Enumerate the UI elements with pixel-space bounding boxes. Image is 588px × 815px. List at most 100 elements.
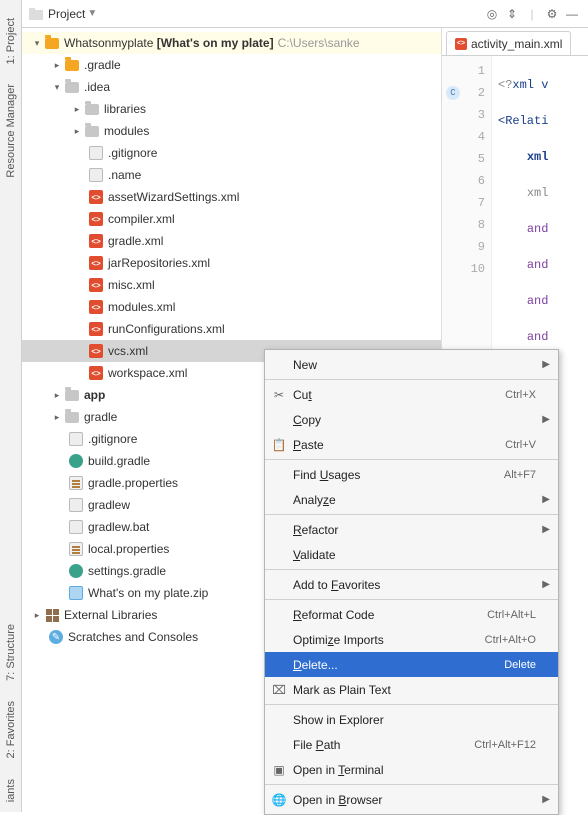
menu-item-label: File Path [293,738,340,752]
tree-folder-modules[interactable]: ▸ modules [22,120,441,142]
chevron-down-icon: ▼ [87,8,97,19]
menu-item[interactable]: Reformat Code Ctrl+Alt+L [265,602,558,627]
editor-tabs: <> activity_main.xml [442,28,588,56]
menu-item[interactable]: 📋 Paste Ctrl+V [265,432,558,457]
context-menu: New ▶ ✂ Cut Ctrl+X Copy ▶ 📋 Paste Ctrl+V Find Usag… [264,349,559,815]
tree-file[interactable]: <> modules.xml [22,296,441,318]
tree-file[interactable]: <> gradle.xml [22,230,441,252]
menu-item-label: Mark as Plain Text [293,683,391,697]
chevron-right-icon[interactable]: ▸ [70,102,84,116]
tree-folder-libraries[interactable]: ▸ libraries [22,98,441,120]
target-icon[interactable]: ◎ [482,4,502,24]
menu-item-label: Paste [293,438,324,452]
menu-item[interactable]: ⌧ Mark as Plain Text [265,677,558,702]
tree-folder-gradle[interactable]: ▸ .gradle [22,54,441,76]
collapse-icon[interactable]: ⇕ [502,4,522,24]
menu-item[interactable]: Add to Favorites ▶ [265,572,558,597]
menu-shortcut: Ctrl+V [505,439,536,451]
cut-icon: ✂ [271,387,287,403]
tab-structure[interactable]: 7: Structure [5,624,17,681]
chevron-right-icon[interactable]: ▸ [50,388,64,402]
tab-variants[interactable]: iants [5,779,17,802]
tree-file[interactable]: <> misc.xml [22,274,441,296]
menu-item[interactable]: Copy ▶ [265,407,558,432]
menu-shortcut: Alt+F7 [504,469,536,481]
tree-file[interactable]: .name [22,164,441,186]
menu-item[interactable]: Refactor ▶ [265,517,558,542]
divider-icon: | [522,4,542,24]
chevron-right-icon: ▶ [542,579,550,590]
gear-icon[interactable]: ⚙ [542,4,562,24]
menu-item[interactable]: Validate [265,542,558,567]
tree-root[interactable]: ▾ Whatsonmyplate [What's on my plate] C:… [22,32,441,54]
menu-item-label: Show in Explorer [293,713,384,727]
chevron-down-icon[interactable]: ▾ [50,80,64,94]
menu-separator [265,459,558,460]
menu-shortcut: Ctrl+X [505,389,536,401]
tree-file[interactable]: .gitignore [22,142,441,164]
editor-tab[interactable]: <> activity_main.xml [446,31,571,55]
menu-item-label: Validate [293,548,336,562]
hide-icon[interactable]: — [562,4,582,24]
tree-file[interactable]: <> jarRepositories.xml [22,252,441,274]
tree-folder-idea[interactable]: ▾ .idea [22,76,441,98]
menu-item[interactable]: Analyze ▶ [265,487,558,512]
menu-item[interactable]: Delete... Delete [265,652,558,677]
menu-item[interactable]: File Path Ctrl+Alt+F12 [265,732,558,757]
tab-project[interactable]: 1: Project [5,18,17,64]
chevron-right-icon[interactable]: ▸ [70,124,84,138]
menu-item[interactable]: Optimize Imports Ctrl+Alt+O [265,627,558,652]
menu-item-label: Find Usages [293,468,360,482]
menu-item-label: Open in Terminal [293,763,384,777]
menu-item-label: New [293,358,317,372]
plaintext-icon: ⌧ [271,682,287,698]
menu-separator [265,599,558,600]
menu-shortcut: Ctrl+Alt+O [485,634,536,646]
browser-icon: 🌐 [271,792,287,808]
chevron-right-icon[interactable]: ▸ [50,58,64,72]
tree-file[interactable]: <> compiler.xml [22,208,441,230]
menu-item-label: Refactor [293,523,338,537]
menu-separator [265,514,558,515]
menu-item-label: Open in Browser [293,793,382,807]
tool-window-tabs: 1: Project Resource Manager 7: Structure… [0,0,22,812]
project-icon [28,6,44,22]
menu-item-label: Analyze [293,493,336,507]
menu-item-label: Add to Favorites [293,578,380,592]
menu-item[interactable]: Find Usages Alt+F7 [265,462,558,487]
chevron-right-icon[interactable]: ▸ [50,410,64,424]
chevron-down-icon[interactable]: ▾ [30,36,44,50]
tab-favorites[interactable]: 2: Favorites [5,701,17,758]
menu-shortcut: Delete [504,659,536,671]
menu-item-label: Copy [293,413,321,427]
menu-item[interactable]: ✂ Cut Ctrl+X [265,382,558,407]
menu-item-label: Reformat Code [293,608,374,622]
menu-item[interactable]: New ▶ [265,352,558,377]
menu-item[interactable]: Show in Explorer [265,707,558,732]
project-header: Project ▼ ◎ ⇕ | ⚙ — [22,0,588,28]
menu-item-label: Optimize Imports [293,633,384,647]
menu-item[interactable]: 🌐 Open in Browser ▶ [265,787,558,812]
chevron-right-icon: ▶ [542,414,550,425]
menu-separator [265,704,558,705]
menu-separator [265,784,558,785]
gutter-class-icon[interactable]: C [446,86,460,100]
paste-icon: 📋 [271,437,287,453]
menu-separator [265,379,558,380]
chevron-right-icon: ▶ [542,794,550,805]
tree-file[interactable]: <> assetWizardSettings.xml [22,186,441,208]
chevron-right-icon: ▶ [542,359,550,370]
menu-item-label: Delete... [293,658,338,672]
chevron-right-icon: ▶ [542,524,550,535]
menu-shortcut: Ctrl+Alt+L [487,609,536,621]
chevron-right-icon[interactable]: ▸ [30,608,44,622]
menu-item[interactable]: ▣ Open in Terminal [265,757,558,782]
menu-separator [265,569,558,570]
menu-shortcut: Ctrl+Alt+F12 [474,739,536,751]
menu-item-label: Cut [293,388,312,402]
project-dropdown[interactable]: Project ▼ [48,7,482,21]
chevron-right-icon: ▶ [542,494,550,505]
tree-file[interactable]: <> runConfigurations.xml [22,318,441,340]
terminal-icon: ▣ [271,762,287,778]
tab-resource-manager[interactable]: Resource Manager [5,84,17,178]
